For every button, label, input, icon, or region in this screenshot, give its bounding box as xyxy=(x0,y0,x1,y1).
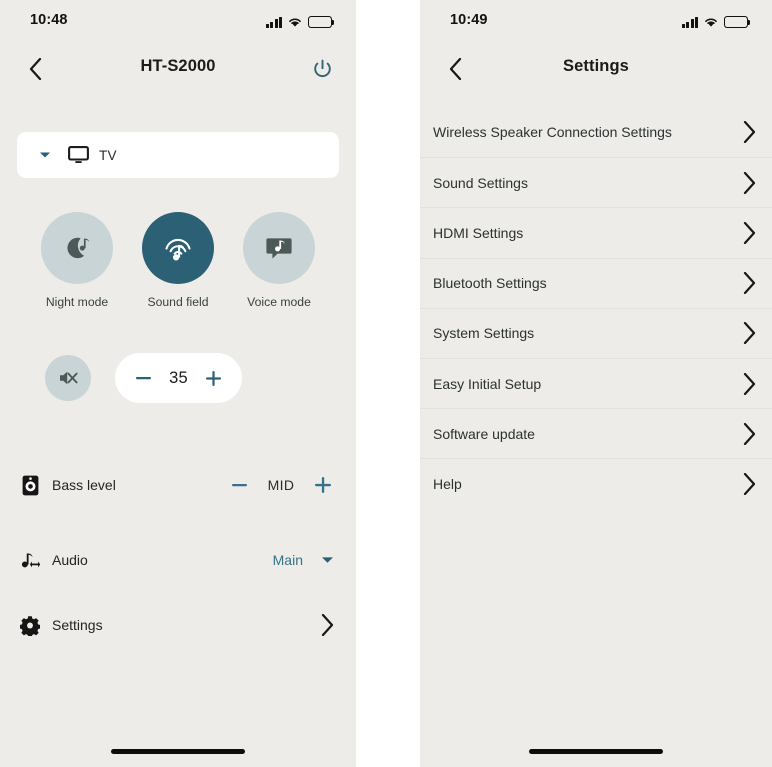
settings-item-wireless-speaker[interactable]: Wireless Speaker Connection Settings xyxy=(420,107,772,157)
cellular-signal-icon xyxy=(265,17,282,28)
subwoofer-icon xyxy=(20,475,40,495)
settings-item-label: Sound Settings xyxy=(433,174,528,191)
nav-bar: Settings xyxy=(420,44,772,96)
tv-icon xyxy=(68,146,89,164)
mode-buttons: Night mode Sound field Voice mode xyxy=(0,212,356,309)
chevron-right-icon xyxy=(743,472,756,495)
status-bar: 10:48 xyxy=(0,0,356,44)
bass-level-value: MID xyxy=(267,477,295,493)
bass-level-label: Bass level xyxy=(52,477,116,493)
settings-list: Wireless Speaker Connection Settings Sou… xyxy=(420,107,772,509)
settings-item-label: Help xyxy=(433,475,462,492)
chevron-right-icon xyxy=(321,614,334,636)
chevron-right-icon xyxy=(743,422,756,445)
audio-row[interactable]: Audio Main xyxy=(0,540,356,580)
settings-item-hdmi[interactable]: HDMI Settings xyxy=(420,207,772,257)
chevron-right-icon xyxy=(743,372,756,395)
mode-night-label: Night mode xyxy=(45,295,109,309)
cellular-signal-icon xyxy=(681,17,698,28)
settings-item-label: Easy Initial Setup xyxy=(433,375,542,392)
mode-voice-label: Voice mode xyxy=(247,295,311,309)
volume-row: 35 xyxy=(0,353,356,405)
volume-increase-button[interactable] xyxy=(205,369,223,387)
bass-level-row: Bass level MID xyxy=(0,465,356,505)
mode-voice[interactable]: Voice mode xyxy=(239,212,319,309)
settings-row[interactable]: Settings xyxy=(0,605,356,645)
audio-dropdown-button[interactable] xyxy=(321,556,334,564)
battery-icon xyxy=(724,16,751,28)
mode-night[interactable]: Night mode xyxy=(37,212,117,309)
settings-item-software-update[interactable]: Software update xyxy=(420,408,772,458)
chevron-right-icon xyxy=(743,322,756,345)
page-title: Settings xyxy=(563,57,629,75)
source-label: TV xyxy=(99,147,117,163)
wifi-icon xyxy=(289,18,301,27)
chevron-right-icon xyxy=(743,121,756,144)
power-button[interactable] xyxy=(306,53,338,85)
source-selector[interactable]: TV xyxy=(17,132,339,178)
page-title: HT-S2000 xyxy=(140,57,216,75)
audio-value: Main xyxy=(272,552,303,568)
voice-bubble-icon xyxy=(266,238,292,259)
status-time: 10:49 xyxy=(450,12,488,28)
moon-music-icon xyxy=(67,237,89,259)
phone-right-settings: 10:49 Settings Wireless Speaker Connecti… xyxy=(420,0,772,767)
speaker-mute-icon xyxy=(60,371,78,385)
audio-note-icon xyxy=(20,550,40,570)
screenshot-stage: 10:48 HT-S2000 TV Night mode Sound field… xyxy=(0,0,772,767)
bass-decrease-button[interactable] xyxy=(228,483,250,487)
settings-item-sound[interactable]: Sound Settings xyxy=(420,157,772,207)
settings-item-label: System Settings xyxy=(433,325,535,342)
mode-sound-field[interactable]: Sound field xyxy=(138,212,218,309)
settings-item-bluetooth[interactable]: Bluetooth Settings xyxy=(420,257,772,308)
caret-down-icon xyxy=(39,151,51,159)
mode-sound-field-label: Sound field xyxy=(147,295,209,309)
status-icons xyxy=(265,14,335,28)
chevron-right-icon xyxy=(743,221,756,244)
status-bar: 10:49 xyxy=(420,0,772,44)
chevron-right-icon xyxy=(743,171,756,194)
battery-icon xyxy=(308,16,335,28)
home-indicator xyxy=(111,749,245,754)
audio-label: Audio xyxy=(52,552,88,568)
mode-sound-field-circle[interactable] xyxy=(142,212,214,284)
mode-night-circle[interactable] xyxy=(41,212,113,284)
settings-item-label: Wireless Speaker Connection Settings xyxy=(433,124,672,141)
mode-voice-circle[interactable] xyxy=(243,212,315,284)
power-icon xyxy=(313,59,331,77)
settings-item-easy-initial-setup[interactable]: Easy Initial Setup xyxy=(420,357,772,408)
caret-down-icon xyxy=(322,557,333,563)
wifi-icon xyxy=(705,18,717,27)
volume-value: 35 xyxy=(169,368,188,387)
volume-stepper: 35 xyxy=(115,353,242,403)
settings-item-label: Bluetooth Settings xyxy=(433,275,547,292)
status-icons xyxy=(681,14,751,28)
status-time: 10:48 xyxy=(30,12,68,28)
settings-item-system[interactable]: System Settings xyxy=(420,307,772,358)
gear-icon xyxy=(20,615,40,636)
settings-item-help[interactable]: Help xyxy=(420,458,772,508)
settings-item-label: HDMI Settings xyxy=(433,224,524,241)
settings-item-label: Software update xyxy=(433,425,535,442)
mute-button[interactable] xyxy=(45,355,91,401)
volume-decrease-button[interactable] xyxy=(135,369,153,387)
phone-left-device-control: 10:48 HT-S2000 TV Night mode Sound field… xyxy=(0,0,356,767)
chevron-right-icon xyxy=(743,272,756,295)
settings-chevron-button[interactable] xyxy=(321,614,334,636)
sound-field-icon xyxy=(165,238,191,261)
nav-bar: HT-S2000 xyxy=(0,44,356,96)
home-indicator xyxy=(529,749,663,754)
bass-increase-button[interactable] xyxy=(312,477,334,493)
settings-label: Settings xyxy=(52,617,103,633)
